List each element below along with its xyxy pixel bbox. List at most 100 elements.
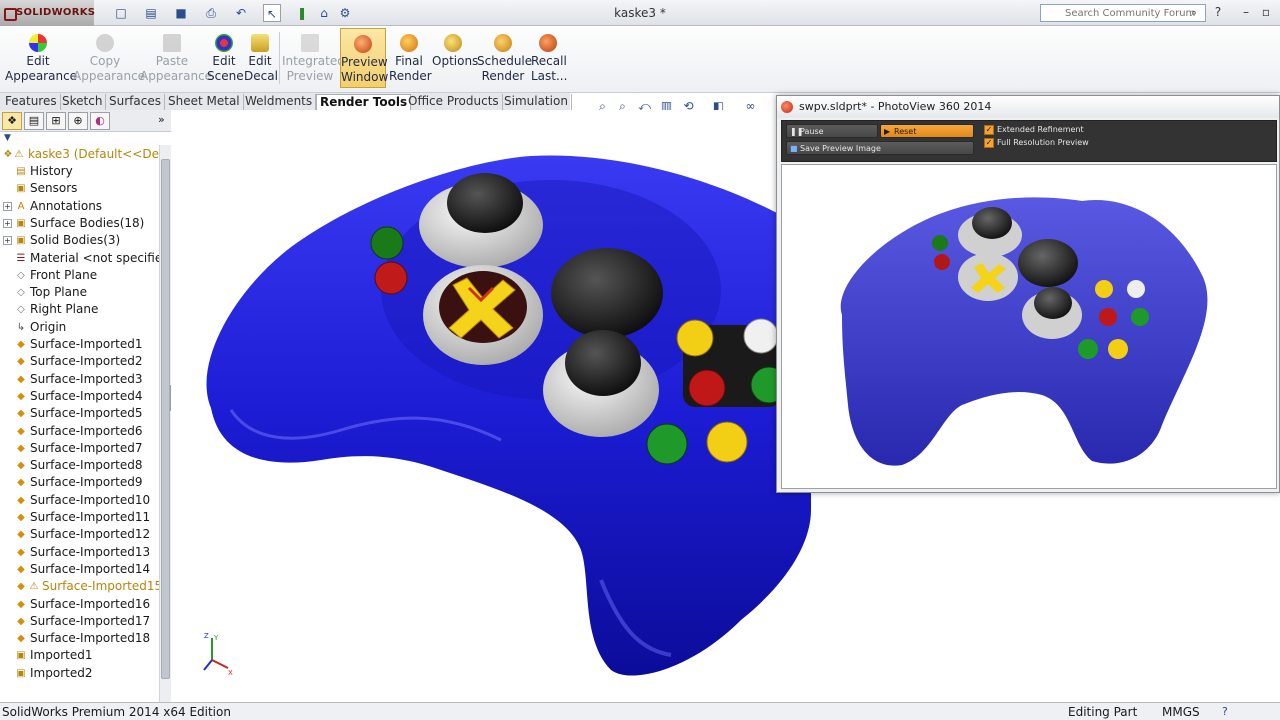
reset-button[interactable]: ▶ Reset bbox=[880, 124, 974, 138]
tree-item-label: Surface-Imported4 bbox=[30, 388, 143, 403]
tree-item[interactable]: ◇ Right Plane bbox=[0, 301, 159, 318]
tree-item[interactable]: ↳ Origin bbox=[0, 319, 159, 336]
pause-button[interactable]: ❚❚ Pause bbox=[786, 124, 878, 138]
minimize-button[interactable]: – bbox=[1236, 3, 1256, 21]
new-document-icon[interactable]: □ bbox=[112, 4, 130, 22]
select-pointer-icon[interactable]: ↖ bbox=[263, 4, 281, 22]
photoview-preview-window[interactable]: swpv.sldprt* - PhotoView 360 2014 ❚❚ Pau… bbox=[776, 95, 1280, 493]
photoview-title-bar[interactable]: swpv.sldprt* - PhotoView 360 2014 bbox=[777, 96, 1279, 118]
feature-tree-scrollbar[interactable] bbox=[159, 145, 171, 702]
tree-item[interactable]: ☰ Material <not specified> bbox=[0, 250, 159, 267]
unit-system-selector[interactable]: MMGS bbox=[1162, 703, 1200, 720]
display-manager-tab-icon[interactable]: ◐ bbox=[90, 112, 110, 130]
tree-item[interactable]: + ▣ Solid Bodies(3) bbox=[0, 232, 159, 249]
final-render-button[interactable]: Final Render bbox=[389, 28, 432, 88]
tab-surfaces[interactable]: Surfaces bbox=[106, 94, 165, 110]
tree-item[interactable]: ◆ Surface-Imported9 bbox=[0, 474, 159, 491]
tree-item[interactable]: ◆ Surface-Imported14 bbox=[0, 561, 159, 578]
tree-item[interactable]: + ▣ Surface Bodies(18) bbox=[0, 215, 159, 232]
tree-item[interactable]: ◆ Surface-Imported17 bbox=[0, 613, 159, 630]
filter-icon[interactable]: ▼ bbox=[4, 133, 11, 143]
tree-item[interactable]: ◆ Surface-Imported5 bbox=[0, 405, 159, 422]
solidworks-logo[interactable]: SOLIDWORKS bbox=[0, 0, 95, 26]
tab-office-products[interactable]: Office Products bbox=[405, 94, 503, 110]
tree-item[interactable]: ◆ Surface-Imported18 bbox=[0, 630, 159, 647]
tree-item[interactable]: ◆ Surface-Imported7 bbox=[0, 440, 159, 457]
search-community-forum-input[interactable] bbox=[1040, 4, 1206, 22]
tree-item[interactable]: ▣ Imported2 bbox=[0, 665, 159, 682]
tab-render-tools[interactable]: Render Tools bbox=[316, 94, 412, 110]
expand-toggle-icon[interactable]: + bbox=[3, 236, 12, 246]
extended-refinement-checkbox[interactable]: ✓ Extended Refinement bbox=[984, 124, 1084, 136]
tree-item[interactable]: ◇ Front Plane bbox=[0, 267, 159, 284]
restore-button[interactable]: ▫ bbox=[1256, 3, 1276, 21]
tree-item[interactable]: ▣ Sensors bbox=[0, 180, 159, 197]
tab-sketch[interactable]: Sketch bbox=[59, 94, 107, 110]
options-gear-icon[interactable]: ⚙ bbox=[336, 4, 354, 22]
tree-item[interactable]: ◆ Surface-Imported4 bbox=[0, 388, 159, 405]
feature-tree-tab-icon[interactable]: ❖ bbox=[2, 112, 22, 130]
tree-item[interactable]: ▣ Imported1 bbox=[0, 647, 159, 664]
paste-appearance-button[interactable]: Paste Appearance bbox=[140, 28, 212, 88]
expand-toggle-icon[interactable]: + bbox=[3, 201, 12, 211]
tree-item[interactable]: ◆ Surface-Imported6 bbox=[0, 423, 159, 440]
tree-item-label: Surface-Imported7 bbox=[30, 440, 143, 455]
tree-item-label: Surface-Imported16 bbox=[30, 596, 151, 611]
edit-scene-button[interactable]: Edit Scene bbox=[207, 28, 244, 88]
save-preview-image-button[interactable]: ■ Save Preview Image bbox=[786, 141, 974, 155]
integrated-preview-button[interactable]: Integrated Preview bbox=[282, 28, 345, 88]
tree-item-label: Top Plane bbox=[30, 285, 87, 300]
tree-root-part[interactable]: ❖⚠kaske3 (Default<<Default bbox=[0, 146, 159, 163]
scrollbar-thumb[interactable] bbox=[161, 159, 170, 679]
configuration-manager-tab-icon[interactable]: ⊞ bbox=[46, 112, 66, 130]
copy-appearance-button[interactable]: Copy Appearance bbox=[73, 28, 145, 88]
print-icon[interactable]: ⎙ bbox=[202, 4, 220, 22]
schedule-render-button[interactable]: Schedule Render bbox=[477, 28, 532, 88]
expand-toggle-icon[interactable]: + bbox=[3, 218, 12, 228]
dimxpert-tab-icon[interactable]: ⊕ bbox=[68, 112, 88, 130]
tree-item-label: Surface-Imported1 bbox=[30, 337, 143, 351]
edit-appearance-button[interactable]: Edit Appearance bbox=[5, 28, 78, 88]
tree-item[interactable]: ◆ Surface-Imported8 bbox=[0, 457, 159, 474]
file-properties-icon[interactable]: ⌂ bbox=[315, 4, 333, 22]
tree-item[interactable]: ◆ Surface-Imported11 bbox=[0, 509, 159, 526]
tree-item[interactable]: ◆ Surface-Imported12 bbox=[0, 526, 159, 543]
tree-item[interactable]: ◆ Surface-Imported13 bbox=[0, 544, 159, 561]
face-button-white bbox=[743, 318, 779, 354]
tree-item[interactable]: ◆ Surface-Imported16 bbox=[0, 596, 159, 613]
tree-item-label: Surface-Imported18 bbox=[30, 631, 151, 646]
open-folder-icon[interactable]: ▤ bbox=[142, 4, 160, 22]
rebuild-icon[interactable]: ❚ bbox=[293, 4, 311, 22]
photoview-render-canvas[interactable] bbox=[781, 164, 1277, 489]
options-button[interactable]: Options bbox=[432, 28, 478, 88]
edit-appearance-label-2: Appearance bbox=[5, 69, 78, 83]
tree-item[interactable]: ▤ History bbox=[0, 163, 159, 180]
status-help-icon[interactable]: ? bbox=[1222, 705, 1228, 719]
full-resolution-preview-checkbox[interactable]: ✓ Full Resolution Preview bbox=[984, 137, 1089, 149]
tree-item[interactable]: ◆ ⚠ Surface-Imported15 bbox=[0, 578, 159, 595]
tree-item[interactable]: ◇ Top Plane bbox=[0, 284, 159, 301]
help-icon[interactable]: ? bbox=[1208, 3, 1228, 21]
save-icon[interactable]: ■ bbox=[172, 4, 190, 22]
tree-item[interactable]: ◆ Surface-Imported10 bbox=[0, 492, 159, 509]
tree-filter-bar[interactable]: ▼ bbox=[0, 132, 171, 145]
search-go-icon[interactable]: ⌕ bbox=[1186, 6, 1202, 20]
tree-item-label: Surface-Imported12 bbox=[30, 527, 151, 542]
expand-panel-icon[interactable]: » bbox=[158, 113, 165, 126]
tab-simulation[interactable]: Simulation bbox=[501, 94, 572, 110]
property-manager-tab-icon[interactable]: ▤ bbox=[24, 112, 44, 130]
edit-decal-label-2: Decal bbox=[244, 69, 278, 83]
tab-weldments[interactable]: Weldments bbox=[242, 94, 317, 110]
tab-features[interactable]: Features bbox=[2, 94, 61, 110]
undo-icon[interactable]: ↶ bbox=[232, 4, 250, 22]
preview-window-button[interactable]: Preview Window bbox=[340, 28, 388, 88]
tree-item[interactable]: ◆ Surface-Imported2 bbox=[0, 353, 159, 370]
recall-last-button[interactable]: Recall Last... bbox=[531, 28, 567, 88]
tree-item[interactable]: ◆ Surface-Imported3 bbox=[0, 371, 159, 388]
feature-icon: ◆ bbox=[17, 615, 25, 627]
title-bar: SOLIDWORKS □ ▤ ■ ⎙ ↶ ↖ ❚ ⌂ ⚙ kaske3 * ⌕ … bbox=[0, 0, 1280, 26]
tree-item[interactable]: + A Annotations bbox=[0, 198, 159, 215]
tab-sheet-metal[interactable]: Sheet Metal bbox=[165, 94, 244, 110]
tree-item[interactable]: ◆ Surface-Imported1 bbox=[0, 336, 159, 353]
edit-decal-button[interactable]: Edit Decal bbox=[244, 28, 278, 88]
